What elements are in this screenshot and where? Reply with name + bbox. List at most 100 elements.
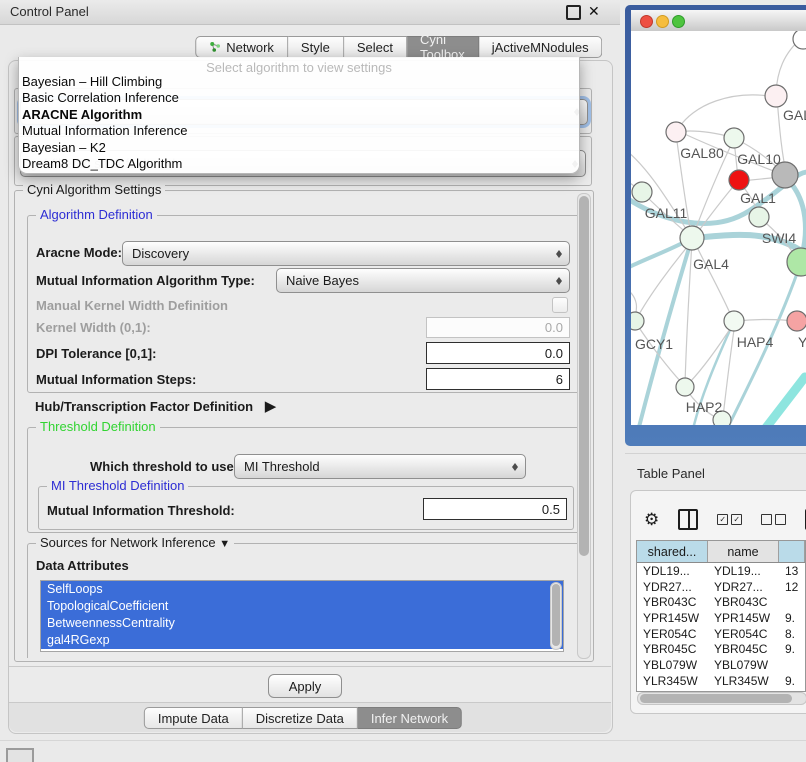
sources-group-title[interactable]: Sources for Network Inference ▼ [36,535,234,550]
cell: YBL079W [637,658,708,672]
list-item[interactable]: SelfLoops [41,581,563,598]
table-hscrollbar-thumb[interactable] [640,694,792,703]
mi-threshold-field[interactable]: 0.5 [423,498,567,520]
close-icon[interactable]: ✕ [588,5,600,17]
node-label: Y [798,334,806,350]
cell: YER054C [637,627,708,641]
zoom-traffic-light[interactable] [672,15,685,28]
cell: YPR145W [637,611,708,625]
list-scrollbar-thumb[interactable] [552,584,560,646]
which-threshold-combobox[interactable]: MI Threshold [234,454,526,479]
dropdown-item[interactable]: Mutual Information Inference [19,123,579,139]
node-gal11[interactable] [632,182,652,202]
threshold-definition-group: Threshold Definition Which threshold to … [27,427,585,533]
tab-jactivemnodules[interactable]: jActiveMNodules [479,36,603,58]
dropdown-item[interactable]: Bayesian – K2 [19,140,579,156]
list-scrollbar[interactable] [550,582,562,650]
table-header-row: shared... name [637,541,805,563]
node-label: HAP4 [737,334,774,350]
aracne-mode-label: Aracne Mode: [36,245,122,260]
node[interactable] [793,31,806,49]
settings-scrollbar[interactable] [577,193,591,659]
node-green-large[interactable] [787,248,806,276]
tab-network[interactable]: Network [195,36,288,58]
node-gal80[interactable] [666,122,686,142]
list-item[interactable]: gal4RGexp [41,632,563,649]
table-panel-title: Table Panel [637,466,705,481]
network-window-titlebar[interactable] [631,10,806,32]
mi-steps-label: Mutual Information Steps: [36,372,196,387]
tab-infer-network[interactable]: Infer Network [358,707,462,729]
algorithm-definition-title: Algorithm Definition [36,207,157,222]
hub-definition-label: Hub/Transcription Factor Definition [35,399,253,414]
list-item[interactable]: BetweennessCentrality [41,615,563,632]
tab-discretize-data[interactable]: Discretize Data [243,707,358,729]
mi-threshold-value: 0.5 [542,502,560,517]
mi-threshold-group: MI Threshold Definition Mutual Informati… [38,486,574,530]
settings-scrollbar-thumb[interactable] [579,196,589,556]
node-swi4[interactable] [749,207,769,227]
table-row[interactable]: YDR27...YDR27...12 [637,579,805,595]
dropdown-item[interactable]: Dream8 DC_TDC Algorithm [19,156,579,172]
table-row[interactable]: YER054CYER054C8. [637,626,805,642]
kernel-width-label: Kernel Width (0,1): [36,320,151,335]
gear-icon[interactable]: ⚙ [644,511,659,528]
which-threshold-label: Which threshold to use: [90,459,238,474]
node-gal4[interactable] [680,226,704,250]
node-pink[interactable] [787,311,806,331]
dropdown-item[interactable]: Bayesian – Hill Climbing [19,74,579,90]
node-gcy1[interactable] [631,312,644,330]
table-row[interactable]: YBL079WYBL079W [637,657,805,673]
node-hap2[interactable] [676,378,694,396]
column-header-partial[interactable] [779,541,805,562]
apply-button[interactable]: Apply [268,674,342,698]
table-row[interactable]: YBR043CYBR043C [637,594,805,610]
tab-impute-data[interactable]: Impute Data [144,707,243,729]
close-traffic-light[interactable] [640,15,653,28]
table-row[interactable]: YLR345WYLR345W9. [637,673,805,689]
cell: 8. [779,627,805,641]
table-row[interactable]: YDL19...YDL19...13 [637,563,805,579]
dpi-tolerance-field[interactable]: 0.0 [426,342,570,364]
mi-steps-field[interactable]: 6 [426,368,570,390]
node-hap4[interactable] [724,311,744,331]
threshold-definition-title: Threshold Definition [36,419,160,434]
kernel-width-value: 0.0 [545,320,563,335]
table-row[interactable]: YBR045CYBR045C9. [637,641,805,657]
network-icon [209,41,221,53]
mi-type-combobox[interactable]: Naive Bayes [276,268,570,293]
node-gal10[interactable] [724,128,744,148]
table-hscrollbar[interactable] [637,692,806,705]
node-gal1[interactable] [729,170,749,190]
cell: YLR345W [637,674,708,688]
dropdown-item-selected[interactable]: ARACNE Algorithm [19,107,579,123]
network-canvas[interactable]: GAL GAL80 GAL10 GAL1 GAL11 SWI4 GAL4 GCY… [631,31,806,425]
tab-select[interactable]: Select [344,36,407,58]
aracne-mode-combobox[interactable]: Discovery [122,241,570,266]
list-item[interactable]: TopologicalCoefficient [41,598,563,615]
aracne-mode-value: Discovery [132,246,189,261]
float-window-icon[interactable] [566,5,581,20]
cell: YDL19... [637,564,708,578]
tab-cyni-toolbox[interactable]: Cyni Toolbox [407,36,479,58]
checked-box-icon: ✓ [717,514,728,525]
select-all-checks-icon[interactable]: ✓ ✓ [717,514,742,525]
tab-style[interactable]: Style [288,36,344,58]
hub-definition-toggle[interactable]: Hub/Transcription Factor Definition ▶ [35,397,276,415]
collapsed-panel-box[interactable] [6,748,34,762]
minimize-traffic-light[interactable] [656,15,669,28]
table-row[interactable]: YPR145WYPR145W9. [637,610,805,626]
deselect-all-checks-icon[interactable] [761,514,786,525]
cell: 9. [779,674,805,688]
column-header-name[interactable]: name [708,541,779,562]
column-layout-icon[interactable] [678,509,698,530]
tab-network-label: Network [226,40,274,55]
dropdown-item[interactable]: Basic Correlation Inference [19,90,579,106]
column-header-shared-name[interactable]: shared... [637,541,708,562]
node-gal7[interactable] [765,85,787,107]
sources-group: Sources for Network Inference ▼ Data Att… [27,543,585,658]
cell: YBR043C [708,595,779,609]
mi-threshold-label: Mutual Information Threshold: [47,503,235,518]
tab-style-label: Style [301,40,330,55]
collapse-arrow-icon: ▼ [219,538,230,550]
